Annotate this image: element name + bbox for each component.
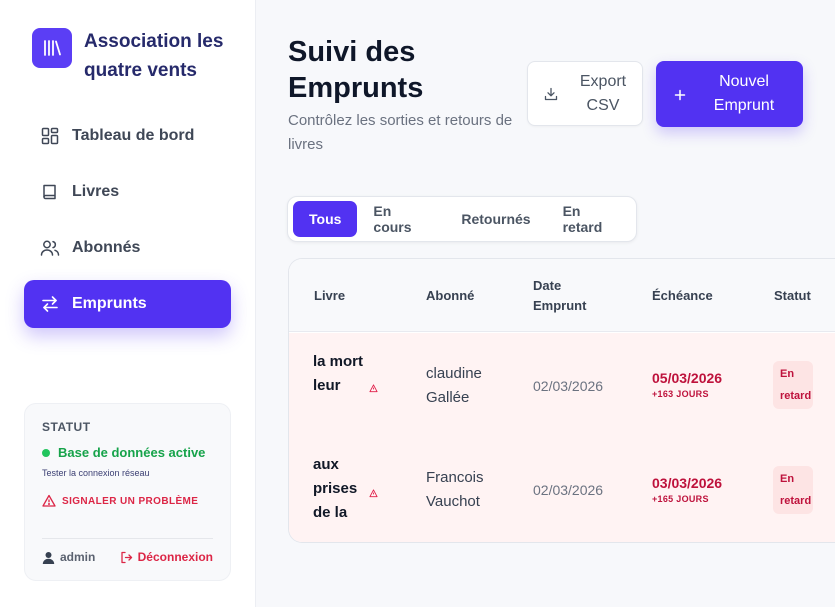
user-name: admin <box>60 550 96 564</box>
column-header-status[interactable]: Statut <box>774 286 811 306</box>
due-date-cell: 03/03/2026 +165 JOURS <box>652 475 722 504</box>
due-date: 03/03/2026 <box>652 475 723 491</box>
table-row[interactable]: la mort leur claudine Gallée 02/03/2026 … <box>289 333 835 438</box>
sidebar-item-label: Emprunts <box>72 295 147 312</box>
sidebar-item-label: Tableau de bord <box>72 127 195 144</box>
warning-icon <box>42 494 56 508</box>
dashboard-icon <box>40 126 60 146</box>
days-overdue: +165 JOURS <box>652 494 709 504</box>
book-title: la mort leur <box>313 353 364 394</box>
table-row[interactable]: aux prises de la Francois Vauchot 02/03/… <box>289 438 835 542</box>
status-footer: admin Déconnexion <box>42 550 213 564</box>
export-csv-button[interactable]: Export CSV <box>527 61 643 126</box>
status-badge: En retard <box>773 361 813 409</box>
report-problem-link[interactable]: SIGNALER UN PROBLÈME <box>42 494 213 508</box>
current-user: admin <box>42 550 95 564</box>
db-status: Base de données active <box>42 445 213 460</box>
subscriber-name: Francois Vauchot <box>426 469 484 510</box>
book-title: aux prises de la <box>313 456 358 521</box>
sidebar-item-loans[interactable]: Emprunts <box>24 280 231 328</box>
overdue-warning-icon <box>369 485 378 503</box>
borrow-date: 02/03/2026 <box>533 482 604 498</box>
users-icon <box>40 238 60 258</box>
swap-icon <box>40 294 60 314</box>
status-badge: En retard <box>773 466 813 514</box>
tab-overdue[interactable]: En retard <box>547 201 636 237</box>
export-csv-label: Export CSV <box>579 72 627 114</box>
days-overdue: +163 JOURS <box>652 389 709 399</box>
status-title: STATUT <box>42 420 91 434</box>
sidebar-item-dashboard[interactable]: Tableau de bord <box>24 112 231 160</box>
tab-all[interactable]: Tous <box>293 201 358 237</box>
test-connection-link[interactable]: Tester la connexion réseau <box>42 468 213 478</box>
sidebar-item-label: Abonnés <box>72 239 141 256</box>
brand-name: Association les quatre vents <box>84 31 224 81</box>
logout-label: Déconnexion <box>137 550 213 564</box>
logout-button[interactable]: Déconnexion <box>120 550 213 564</box>
db-status-label: Base de données active <box>58 445 206 460</box>
sidebar-item-label: Livres <box>72 183 120 200</box>
status-card: STATUT Base de données active Tester la … <box>24 403 231 581</box>
loans-table: Livre Abonné Date Emprunt Échéance Statu… <box>288 258 835 543</box>
table-header: Livre Abonné Date Emprunt Échéance Statu… <box>289 259 835 332</box>
due-date: 05/03/2026 <box>652 370 723 386</box>
library-logo-icon <box>32 28 72 68</box>
filter-tabs: Tous En cours Retournés En retard <box>287 196 637 242</box>
sidebar-item-books[interactable]: Livres <box>24 168 231 216</box>
page-title: Suivi des Emprunts <box>288 36 424 104</box>
brand: Association les quatre vents <box>32 28 234 85</box>
page-subtitle: Contrôlez les sorties et retours de livr… <box>288 112 513 153</box>
column-header-book[interactable]: Livre <box>314 286 345 306</box>
user-icon <box>42 551 55 564</box>
sidebar-nav: Tableau de bord Livres Abonnés Emprunts <box>24 112 231 336</box>
divider <box>42 538 213 539</box>
sidebar: Association les quatre vents Tableau de … <box>0 0 256 607</box>
report-problem-label: SIGNALER UN PROBLÈME <box>62 495 199 507</box>
column-header-due-date[interactable]: Échéance <box>652 286 713 306</box>
download-icon <box>544 87 558 101</box>
due-date-cell: 05/03/2026 +163 JOURS <box>652 370 722 399</box>
book-icon <box>40 182 60 202</box>
tab-returned[interactable]: Retournés <box>445 201 546 237</box>
subscriber-name: claudine Gallée <box>426 365 482 406</box>
new-loan-label: Nouvel Emprunt <box>713 73 775 114</box>
column-header-borrow-date[interactable]: Date Emprunt <box>533 276 593 316</box>
new-loan-button[interactable]: Nouvel Emprunt <box>656 61 803 127</box>
logout-icon <box>120 551 133 564</box>
plus-icon <box>674 88 686 101</box>
tab-in-progress[interactable]: En cours <box>357 201 445 237</box>
status-dot-icon <box>42 448 50 457</box>
overdue-warning-icon <box>369 380 378 398</box>
borrow-date: 02/03/2026 <box>533 378 604 394</box>
column-header-subscriber[interactable]: Abonné <box>426 286 474 306</box>
sidebar-item-subscribers[interactable]: Abonnés <box>24 224 231 272</box>
